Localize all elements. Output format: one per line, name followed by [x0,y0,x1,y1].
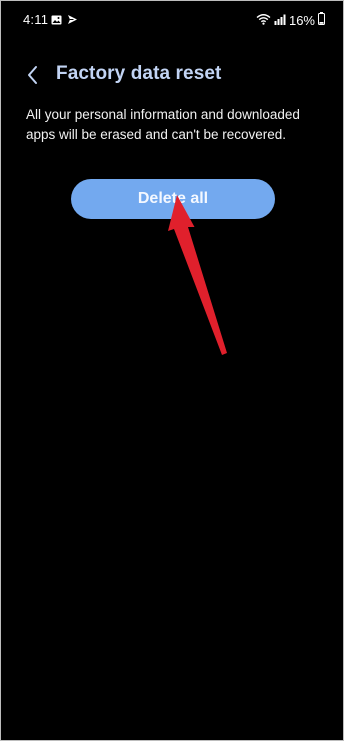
send-icon [67,13,78,28]
status-time: 4:11 [23,12,49,27]
back-button[interactable] [19,61,47,89]
signal-icon [274,13,286,28]
battery-icon [318,12,325,28]
phone-screen: 4:11 16% Factory data reset All your per… [0,0,344,741]
wifi-icon [256,13,271,28]
header: Factory data reset [1,55,343,95]
status-left-icons [51,13,78,28]
reset-description: All your personal information and downlo… [26,107,300,142]
image-icon [51,13,62,28]
battery-percent: 16% [288,12,315,28]
status-bar: 4:11 16% [1,1,343,37]
status-right-icons: 16% [256,12,325,28]
delete-all-button[interactable]: Delete all [71,179,275,219]
chevron-left-icon [28,66,37,84]
page-title: Factory data reset [56,63,222,84]
